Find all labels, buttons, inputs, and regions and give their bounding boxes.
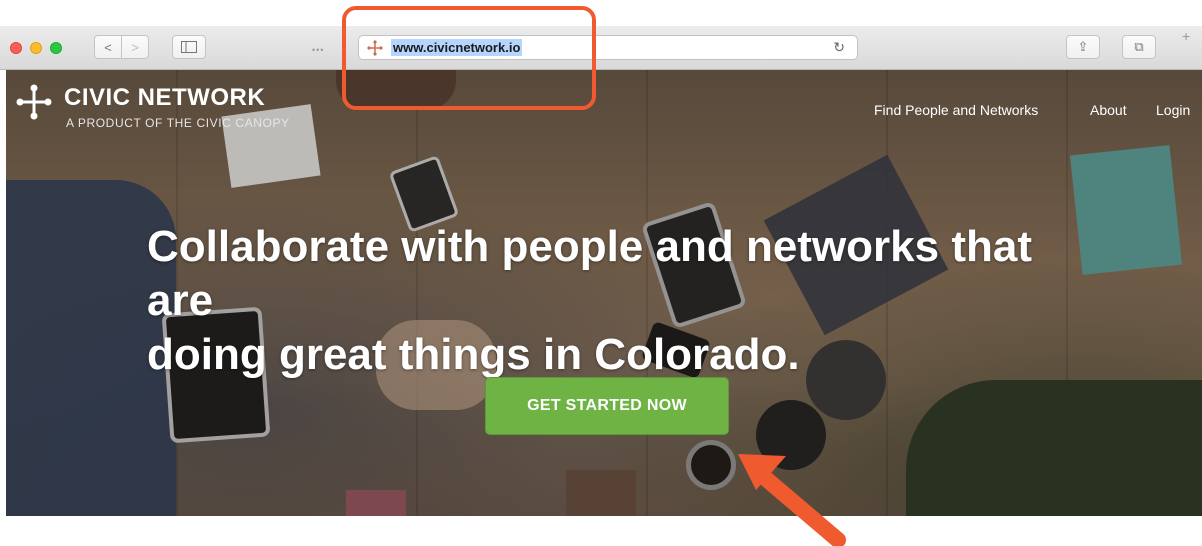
close-window-button[interactable] [10, 42, 22, 54]
get-started-button[interactable]: GET STARTED NOW [485, 377, 729, 435]
reload-icon[interactable]: ↻ [833, 39, 845, 56]
overflow-dots[interactable]: ••• [312, 45, 324, 55]
back-button[interactable]: < [94, 35, 122, 59]
sidebar-icon [181, 41, 197, 53]
civic-network-logo-icon[interactable] [14, 82, 54, 122]
brand-subtitle: A PRODUCT OF THE CIVIC CANOPY [66, 116, 290, 130]
minimize-window-button[interactable] [30, 42, 42, 54]
new-tab-button[interactable]: + [1182, 28, 1202, 44]
zoom-window-button[interactable] [50, 42, 62, 54]
annotation-arrow-icon [738, 454, 846, 546]
hero-section: CIVIC NETWORK A PRODUCT OF THE CIVIC CAN… [6, 70, 1202, 516]
forward-button[interactable]: > [121, 35, 149, 59]
headline-line-1: Collaborate with people and networks tha… [147, 222, 1032, 325]
share-button[interactable]: ⇪ [1066, 35, 1100, 59]
brand-title[interactable]: CIVIC NETWORK [64, 84, 265, 112]
nav-login[interactable]: Login [1156, 102, 1190, 118]
sidebar-toggle-button[interactable] [172, 35, 206, 59]
headline-line-2: doing great things in Colorado. [147, 330, 800, 379]
nav-find-people-networks[interactable]: Find People and Networks [874, 102, 1038, 118]
nav-about[interactable]: About [1090, 102, 1127, 118]
browser-toolbar: < > ••• www.civicnetwork.io ↻ ⇪ ⧉ [0, 26, 1202, 70]
show-tabs-button[interactable]: ⧉ [1122, 35, 1156, 59]
url-highlight-box [342, 6, 596, 110]
hero-headline: Collaborate with people and networks tha… [147, 220, 1097, 382]
